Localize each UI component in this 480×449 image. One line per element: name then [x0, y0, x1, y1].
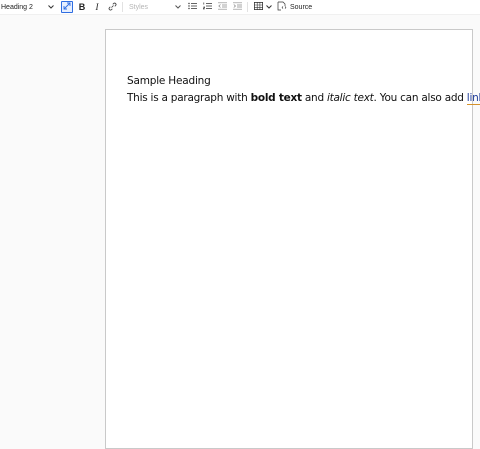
styles-dropdown[interactable]: Styles: [127, 1, 184, 13]
heading-dropdown[interactable]: Heading 2: [0, 1, 57, 13]
italic-button[interactable]: I: [91, 1, 103, 13]
indent-button[interactable]: [231, 1, 243, 13]
insert-table-button[interactable]: [252, 1, 264, 13]
editor-toolbar: Heading 2 B I Styles Source: [0, 0, 480, 15]
outdent-icon: [217, 2, 227, 12]
toolbar-separator: [247, 2, 248, 12]
bulleted-list-button[interactable]: [186, 1, 198, 13]
chevron-down-icon: [47, 3, 55, 11]
source-button-label: Source: [290, 3, 313, 11]
heading-dropdown-label: Heading 2: [1, 3, 33, 11]
link-icon: [108, 2, 117, 13]
toolbar-separator: [122, 2, 123, 12]
styles-dropdown-label: Styles: [129, 3, 149, 11]
numbered-list-button[interactable]: [201, 1, 213, 13]
table-icon: [253, 2, 263, 12]
bold-text: bold text: [250, 92, 302, 104]
outdent-button[interactable]: [216, 1, 228, 13]
bulleted-list-icon: [187, 2, 197, 12]
bold-button[interactable]: B: [76, 1, 88, 13]
source-icon: [277, 1, 287, 13]
document-paragraph[interactable]: This is a paragraph with bold text and i…: [127, 92, 480, 105]
italic-text: italic text: [326, 92, 374, 104]
fullscreen-button[interactable]: [61, 1, 73, 13]
paragraph-text: . You can also add: [373, 92, 467, 104]
paragraph-text: and: [301, 92, 327, 104]
chevron-down-icon: [265, 3, 273, 11]
maximize-icon: [63, 2, 71, 12]
link-button[interactable]: [106, 1, 118, 13]
paragraph-text: This is a paragraph with: [127, 92, 251, 104]
chevron-down-icon: [174, 3, 182, 11]
bold-icon: B: [78, 2, 86, 12]
document-heading[interactable]: Sample Heading: [127, 75, 211, 87]
italic-icon: I: [95, 2, 99, 12]
numbered-list-icon: [202, 2, 212, 12]
document-link[interactable]: links: [466, 92, 480, 105]
source-button[interactable]: Source: [277, 1, 312, 13]
table-dropdown-button[interactable]: [265, 1, 273, 13]
indent-icon: [232, 2, 242, 12]
document-page[interactable]: Sample Heading This is a paragraph with …: [105, 29, 480, 449]
